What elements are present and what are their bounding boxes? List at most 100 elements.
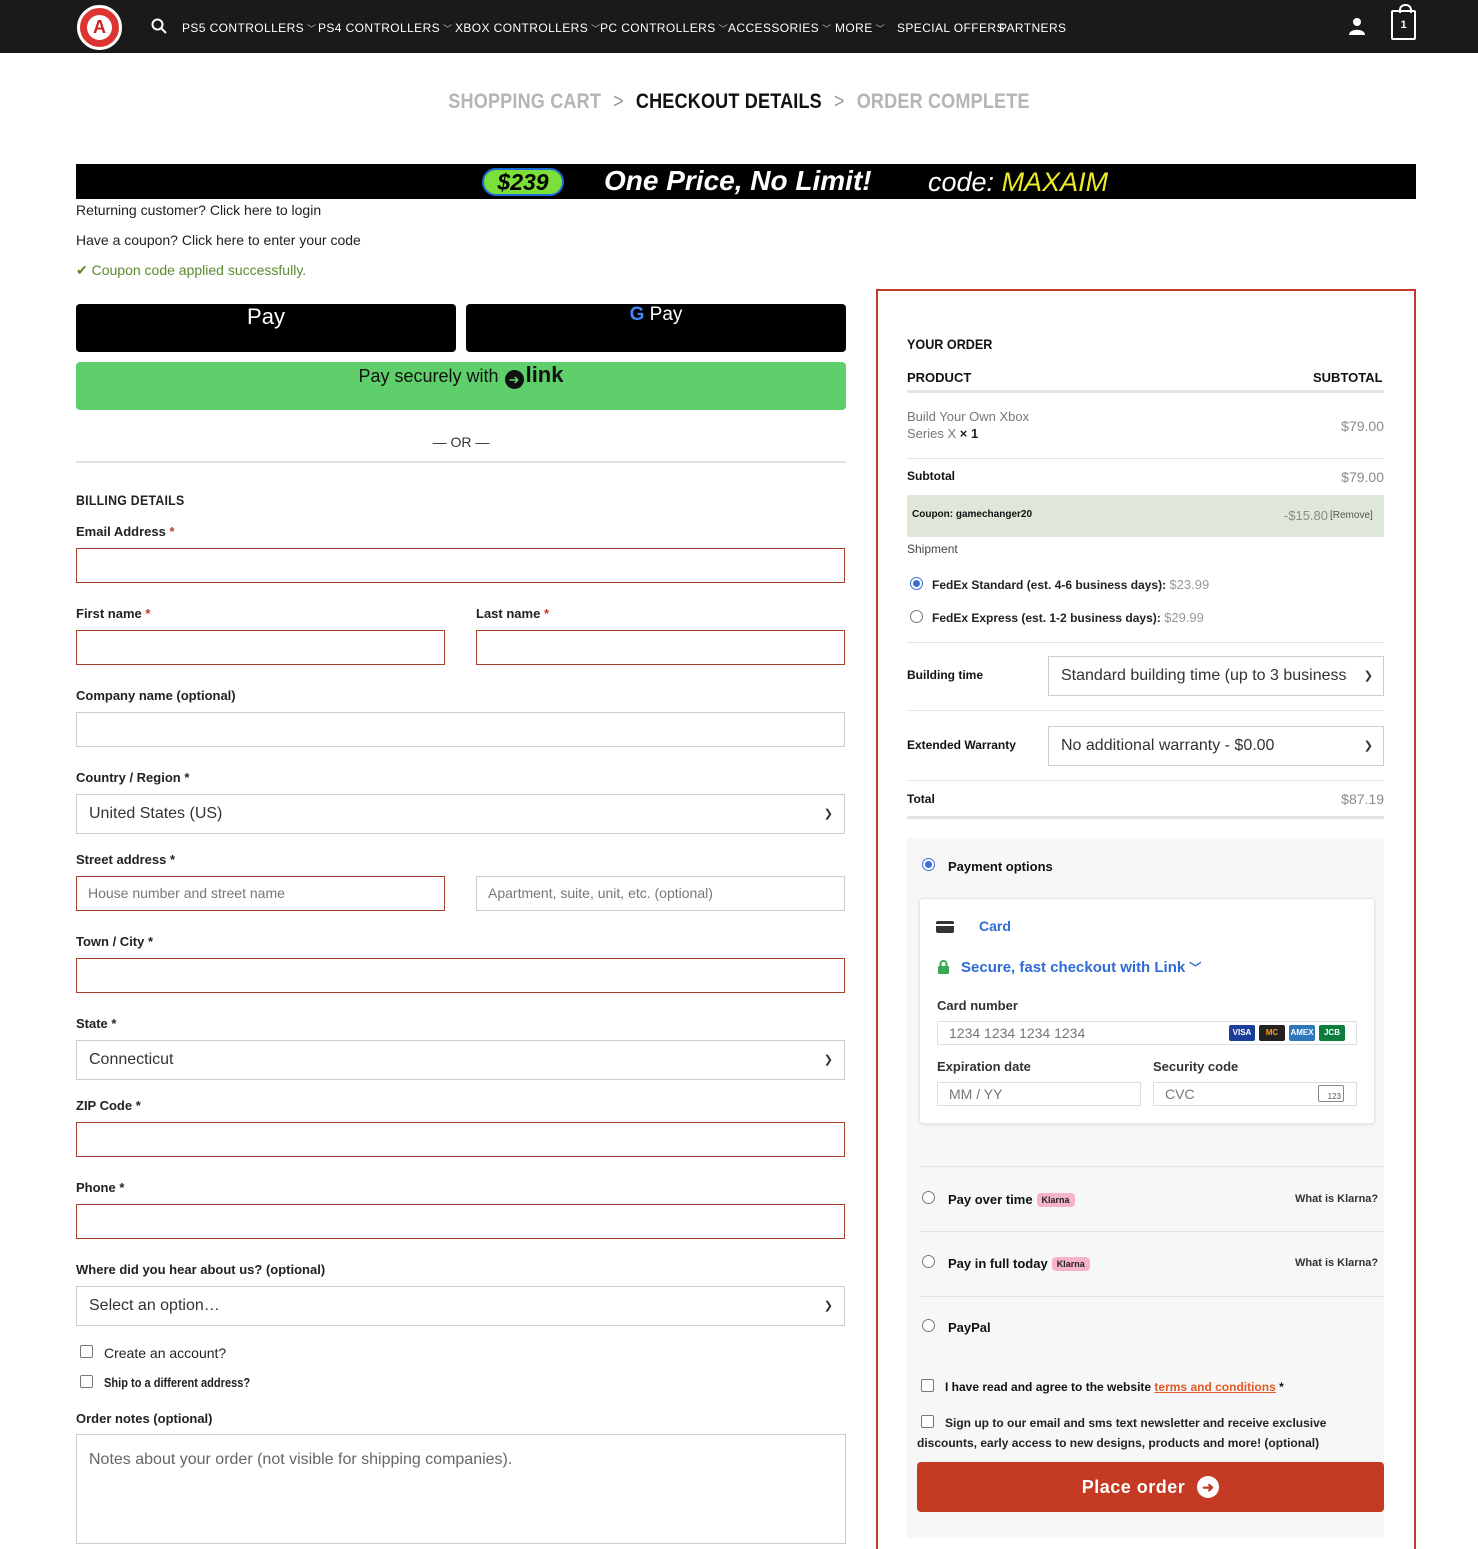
- ship-different-label[interactable]: Ship to a different address?: [104, 1375, 250, 1390]
- terms-link[interactable]: terms and conditions: [1154, 1380, 1275, 1394]
- last-name-label-text: Last name: [476, 606, 541, 621]
- promo-price: $239: [482, 168, 564, 196]
- site-logo[interactable]: A: [77, 5, 122, 50]
- logo-letter: A: [87, 15, 112, 40]
- country-select[interactable]: United States (US) ❯: [76, 794, 845, 834]
- nav-label: PARTNERS: [999, 21, 1067, 35]
- terms-text: I have read and agree to the website: [945, 1380, 1152, 1394]
- email-label: Email Address *: [76, 524, 175, 539]
- last-name-field[interactable]: [476, 630, 845, 665]
- coupon-discount: -$15.80: [1283, 508, 1328, 523]
- place-order-button[interactable]: Place order ➜: [917, 1462, 1384, 1512]
- breadcrumb-checkout-details: CHECKOUT DETAILS: [635, 90, 822, 113]
- fedex-standard-radio[interactable]: [910, 577, 923, 590]
- breadcrumb-order-complete: ORDER COMPLETE: [856, 90, 1030, 113]
- paypal-radio[interactable]: [922, 1319, 935, 1332]
- divider: [76, 461, 846, 463]
- paypal-label[interactable]: PayPal: [948, 1320, 991, 1335]
- link-checkout-toggle[interactable]: Secure, fast checkout with Link ﹀: [961, 959, 1201, 976]
- nav-item-pc[interactable]: PC CONTROLLERS ﹀: [600, 21, 728, 35]
- city-field[interactable]: [76, 958, 845, 993]
- create-account-label[interactable]: Create an account?: [104, 1345, 226, 1361]
- pay-over-time-label[interactable]: Pay over time Klarna: [948, 1192, 1075, 1207]
- zip-field[interactable]: [76, 1122, 845, 1157]
- user-icon[interactable]: [1348, 17, 1366, 35]
- nav-item-xbox[interactable]: XBOX CONTROLLERS ﹀: [455, 21, 601, 35]
- ship-different-checkbox[interactable]: [80, 1375, 93, 1388]
- required-mark: *: [169, 852, 176, 867]
- newsletter-label-line2: discounts, early access to new designs, …: [917, 1436, 1320, 1450]
- city-label-text: Town / City: [76, 934, 145, 949]
- chevron-down-icon: ❯: [1359, 657, 1373, 695]
- cart-icon[interactable]: 1: [1391, 4, 1416, 40]
- required-mark: *: [119, 1180, 125, 1195]
- coupon-remove-link[interactable]: [Remove]: [1330, 510, 1373, 521]
- last-name-label: Last name *: [476, 606, 549, 621]
- payment-options-label[interactable]: Payment options: [948, 859, 1053, 874]
- promo-code-prefix: code:: [928, 167, 1002, 197]
- coupon-label: Coupon: gamechanger20: [912, 509, 1033, 520]
- divider: [907, 390, 1384, 393]
- klarna-badge: Klarna: [1036, 1193, 1075, 1207]
- order-notes-textarea[interactable]: Notes about your order (not visible for …: [76, 1434, 846, 1544]
- lock-icon: [938, 960, 949, 974]
- state-select[interactable]: Connecticut ❯: [76, 1040, 845, 1080]
- pay-with-link-button[interactable]: Pay securely with ➜ link: [76, 362, 846, 410]
- google-pay-button[interactable]: G Pay: [466, 304, 846, 352]
- nav-label: PS4 CONTROLLERS: [318, 21, 441, 35]
- card-tab[interactable]: Card: [979, 918, 1011, 934]
- state-label: State *: [76, 1016, 116, 1031]
- breadcrumb-shopping-cart[interactable]: SHOPPING CART: [448, 90, 601, 113]
- coupon-success-message: ✔ Coupon code applied successfully.: [76, 262, 306, 279]
- create-account-checkbox[interactable]: [80, 1345, 93, 1358]
- divider: [907, 780, 1384, 781]
- pay-full-today-radio[interactable]: [922, 1255, 935, 1268]
- apple-pay-button[interactable]: Pay: [76, 304, 456, 352]
- warranty-select[interactable]: No additional warranty - $0.00 ❯: [1048, 726, 1384, 766]
- first-name-field[interactable]: [76, 630, 445, 665]
- terms-label: I have read and agree to the website ter…: [945, 1380, 1284, 1394]
- apartment-field[interactable]: Apartment, suite, unit, etc. (optional): [476, 876, 845, 911]
- required-mark: *: [1279, 1380, 1284, 1394]
- coupon-link[interactable]: Have a coupon? Click here to enter your …: [76, 232, 361, 248]
- hear-about-value: Select an option…: [89, 1297, 220, 1314]
- nav-item-accessories[interactable]: ACCESSORIES ﹀: [728, 21, 832, 35]
- nav-item-partners[interactable]: PARTNERS: [999, 21, 1066, 35]
- required-mark: *: [184, 770, 190, 785]
- street-label-text: Street address: [76, 852, 167, 867]
- company-field[interactable]: [76, 712, 845, 747]
- google-g-icon: G: [629, 304, 645, 325]
- expiration-field[interactable]: MM / YY: [937, 1082, 1141, 1106]
- newsletter-checkbox[interactable]: [921, 1415, 934, 1428]
- street-label: Street address *: [76, 852, 175, 867]
- fedex-express-label[interactable]: FedEx Express (est. 1-2 business days): …: [932, 610, 1204, 625]
- subtotal-label: Subtotal: [907, 469, 955, 483]
- phone-field[interactable]: [76, 1204, 845, 1239]
- checkmark-icon: ✔: [76, 262, 92, 278]
- nav-item-special-offers[interactable]: SPECIAL OFFERS: [897, 21, 1005, 35]
- link-arrow-icon: ➜: [504, 370, 524, 389]
- building-time-select[interactable]: Standard building time (up to 3 business…: [1048, 656, 1384, 696]
- link-button-text: Pay securely with: [358, 366, 499, 386]
- nav-item-ps4[interactable]: PS4 CONTROLLERS ﹀: [318, 21, 452, 35]
- nav-item-more[interactable]: MORE ﹀: [835, 21, 885, 35]
- place-order-label: Place order: [1081, 1477, 1186, 1497]
- pay-over-time-radio[interactable]: [922, 1191, 935, 1204]
- street-field[interactable]: House number and street name: [76, 876, 445, 911]
- company-label: Company name (optional): [76, 688, 236, 703]
- expiration-label: Expiration date: [937, 1059, 1031, 1074]
- fedex-standard-label[interactable]: FedEx Standard (est. 4-6 business days):…: [932, 577, 1209, 592]
- returning-customer-link[interactable]: Returning customer? Click here to login: [76, 202, 321, 218]
- hear-about-select[interactable]: Select an option… ❯: [76, 1286, 845, 1326]
- search-icon[interactable]: [151, 18, 167, 34]
- pay-full-today-label[interactable]: Pay in full today Klarna: [948, 1256, 1090, 1271]
- payment-options-radio[interactable]: [922, 858, 935, 871]
- nav-label: SPECIAL OFFERS: [897, 21, 1005, 35]
- nav-item-ps5[interactable]: PS5 CONTROLLERS ﹀: [182, 21, 316, 35]
- terms-checkbox[interactable]: [921, 1379, 934, 1392]
- what-is-klarna-link[interactable]: What is Klarna?: [1295, 1257, 1378, 1269]
- cvc-card-icon: 123: [1318, 1085, 1344, 1102]
- email-field[interactable]: [76, 548, 845, 583]
- what-is-klarna-link[interactable]: What is Klarna?: [1295, 1193, 1378, 1205]
- fedex-express-radio[interactable]: [910, 610, 923, 623]
